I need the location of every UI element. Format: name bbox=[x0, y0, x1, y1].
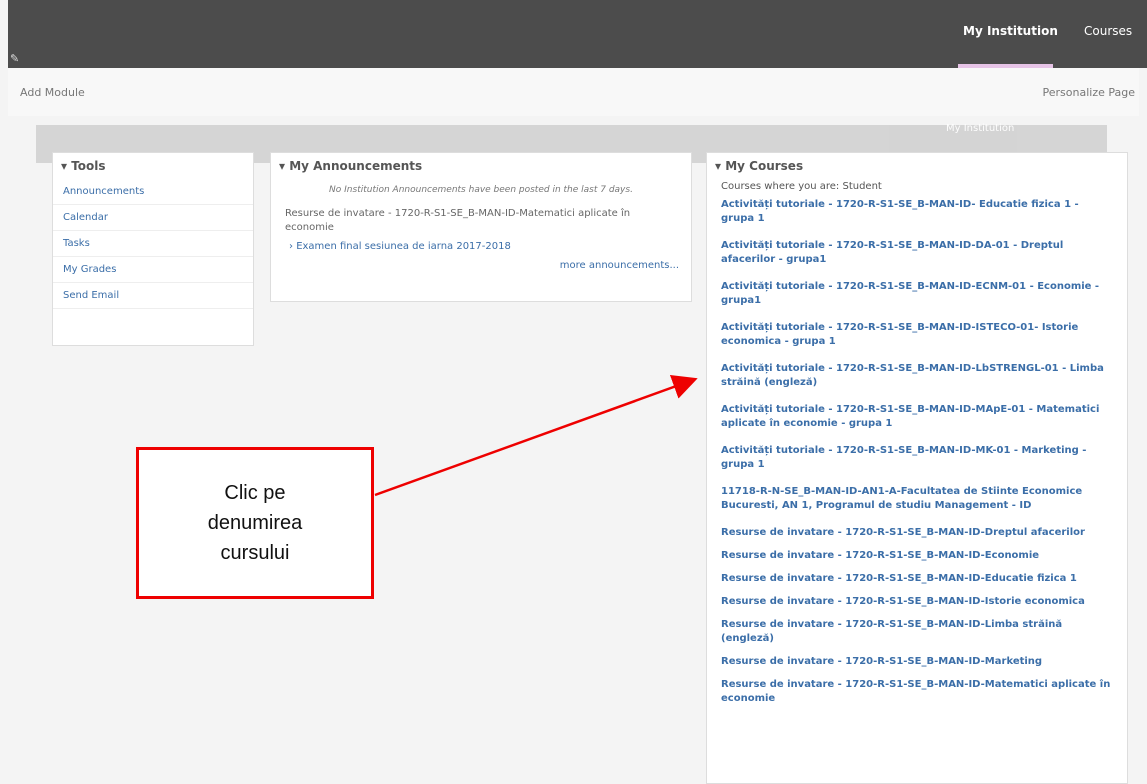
callout-arrow bbox=[374, 375, 698, 497]
